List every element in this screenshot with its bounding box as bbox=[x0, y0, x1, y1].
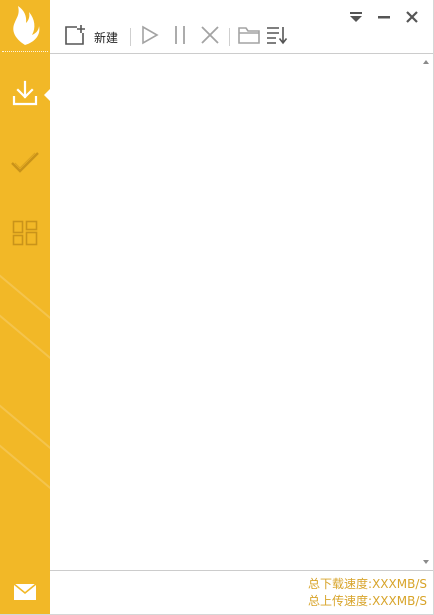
speed-status: 总下载速度:XXXMB/S 总上传速度:XXXMB/S bbox=[308, 576, 427, 610]
app-window: 新建 总下载速度:XXXMB/S 总上传速度:XXXMB/S bbox=[0, 0, 434, 615]
pause-icon bbox=[172, 25, 188, 49]
upload-speed-text: 总上传速度:XXXMB/S bbox=[308, 594, 427, 608]
new-task-icon bbox=[64, 24, 86, 50]
play-icon bbox=[141, 25, 159, 49]
new-task-label: 新建 bbox=[94, 30, 119, 45]
mail-icon bbox=[13, 583, 37, 604]
sort-button[interactable] bbox=[264, 24, 290, 50]
open-folder-button[interactable] bbox=[236, 24, 262, 50]
sidebar-decoration bbox=[0, 425, 50, 517]
app-logo bbox=[0, 0, 50, 52]
new-task-button[interactable]: 新建 bbox=[64, 24, 124, 50]
sidebar bbox=[0, 0, 50, 614]
sidebar-decoration bbox=[0, 385, 50, 477]
toolbar-divider bbox=[229, 28, 231, 46]
sidebar-item-apps[interactable] bbox=[0, 213, 50, 257]
download-list[interactable] bbox=[50, 53, 433, 571]
grid-icon bbox=[12, 220, 38, 250]
download-icon bbox=[11, 80, 39, 112]
sidebar-item-downloading[interactable] bbox=[0, 74, 50, 118]
delete-icon bbox=[200, 25, 220, 49]
toolbar: 新建 bbox=[50, 22, 433, 52]
scroll-down-arrow-icon[interactable] bbox=[423, 560, 429, 564]
sidebar-decoration bbox=[0, 255, 50, 347]
pause-button[interactable] bbox=[167, 24, 193, 50]
download-speed-text: 总下载速度:XXXMB/S bbox=[308, 577, 427, 591]
sidebar-mail-button[interactable] bbox=[0, 573, 50, 614]
start-button[interactable] bbox=[137, 24, 163, 50]
sidebar-item-completed[interactable] bbox=[0, 143, 50, 187]
logo-divider bbox=[2, 51, 48, 52]
folder-icon bbox=[238, 26, 260, 48]
checkmark-icon bbox=[10, 150, 40, 180]
delete-button[interactable] bbox=[197, 24, 223, 50]
sidebar-decoration bbox=[0, 295, 50, 387]
sort-icon bbox=[266, 25, 288, 49]
scroll-up-arrow-icon[interactable] bbox=[423, 60, 429, 64]
toolbar-divider bbox=[130, 28, 132, 46]
